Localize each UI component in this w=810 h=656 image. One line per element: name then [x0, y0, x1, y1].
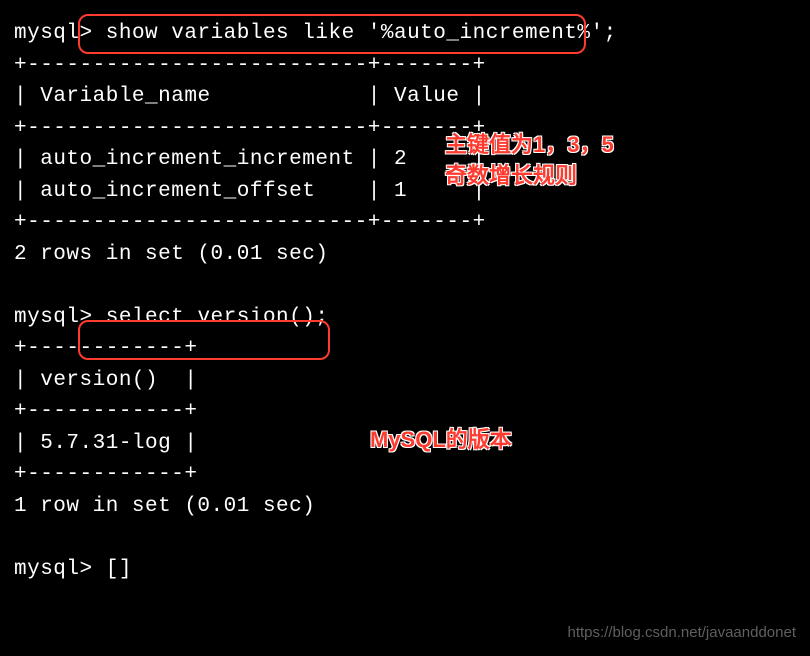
cell-value: auto_increment_offset	[40, 180, 315, 203]
watermark-text: https://blog.csdn.net/javaanddonet	[567, 622, 796, 645]
column-header: Value	[394, 85, 460, 108]
cursor-icon[interactable]: []	[106, 558, 132, 581]
table-border: +--------------------------+-------+	[14, 211, 486, 234]
table-border: +------------+	[14, 400, 197, 423]
mysql-prompt: mysql>	[14, 558, 93, 581]
query-text: show variables like '%auto_increment%';	[106, 22, 617, 45]
column-header: Variable_name	[40, 85, 210, 108]
cell-value: auto_increment_increment	[40, 148, 354, 171]
cell-value: 1	[394, 180, 407, 203]
table-border: +------------+	[14, 337, 197, 360]
query-text: select version();	[106, 306, 329, 329]
table-border: +------------+	[14, 463, 197, 486]
result-summary: 2 rows in set (0.01 sec)	[14, 243, 328, 266]
column-header: version()	[40, 369, 158, 392]
terminal-output: mysql> show variables like '%auto_increm…	[14, 18, 796, 585]
table-border: +--------------------------+-------+	[14, 54, 486, 77]
result-summary: 1 row in set (0.01 sec)	[14, 495, 315, 518]
table-border: +--------------------------+-------+	[14, 117, 486, 140]
cell-value: 5.7.31-log	[40, 432, 171, 455]
mysql-prompt: mysql>	[14, 306, 93, 329]
cell-value: 2	[394, 148, 407, 171]
mysql-prompt: mysql>	[14, 22, 93, 45]
